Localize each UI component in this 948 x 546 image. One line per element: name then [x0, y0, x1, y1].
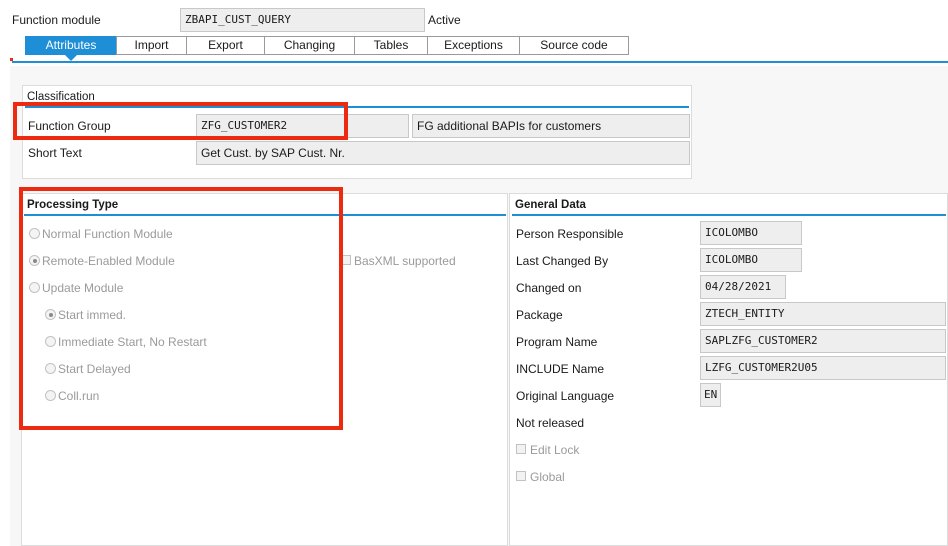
tab-strip-line — [12, 61, 948, 63]
status-label: Active — [428, 13, 461, 27]
include-name-field: LZFG_CUSTOMER2U05 — [700, 356, 946, 380]
release-status-label: Not released — [516, 416, 585, 430]
changed-on-field: 04/28/2021 — [700, 275, 786, 299]
processing-type-highlight — [19, 187, 343, 430]
tab-export[interactable]: Export — [186, 36, 265, 55]
corner-marker — [10, 58, 13, 61]
general-data-title: General Data — [515, 199, 586, 211]
basxml-label: BasXML supported — [354, 254, 456, 268]
last-changed-by-field: ICOLOMBO — [700, 248, 802, 272]
edit-lock-checkbox[interactable] — [516, 444, 526, 454]
tab-changing[interactable]: Changing — [264, 36, 355, 55]
package-field[interactable]: ZTECH_ENTITY — [700, 302, 946, 326]
function-module-field[interactable]: ZBAPI_CUST_QUERY — [180, 8, 425, 32]
function-module-label: Function module — [12, 13, 101, 27]
tab-attributes[interactable]: Attributes — [25, 36, 117, 55]
general-data-title-line — [512, 214, 946, 216]
global-label: Global — [530, 470, 565, 484]
package-label: Package — [516, 308, 563, 322]
original-language-label: Original Language — [516, 389, 615, 403]
function-group-description-field: FG additional BAPIs for customers — [412, 114, 690, 138]
last-changed-by-label: Last Changed By — [516, 254, 609, 268]
tab-tables[interactable]: Tables — [354, 36, 428, 55]
changed-on-label: Changed on — [516, 281, 582, 295]
original-language-field[interactable]: EN — [700, 383, 721, 407]
tab-source-code[interactable]: Source code — [519, 36, 629, 55]
global-checkbox[interactable] — [516, 471, 526, 481]
person-responsible-field: ICOLOMBO — [700, 221, 802, 245]
tab-exceptions[interactable]: Exceptions — [427, 36, 520, 55]
function-group-highlight — [13, 102, 348, 140]
include-name-label: INCLUDE Name — [516, 362, 605, 376]
edit-lock-label: Edit Lock — [530, 443, 580, 457]
short-text-label: Short Text — [28, 146, 82, 160]
tab-import[interactable]: Import — [116, 36, 187, 55]
person-responsible-label: Person Responsible — [516, 227, 624, 241]
program-name-field: SAPLZFG_CUSTOMER2 — [700, 329, 946, 353]
short-text-field[interactable]: Get Cust. by SAP Cust. Nr. — [196, 141, 690, 165]
program-name-label: Program Name — [516, 335, 598, 349]
